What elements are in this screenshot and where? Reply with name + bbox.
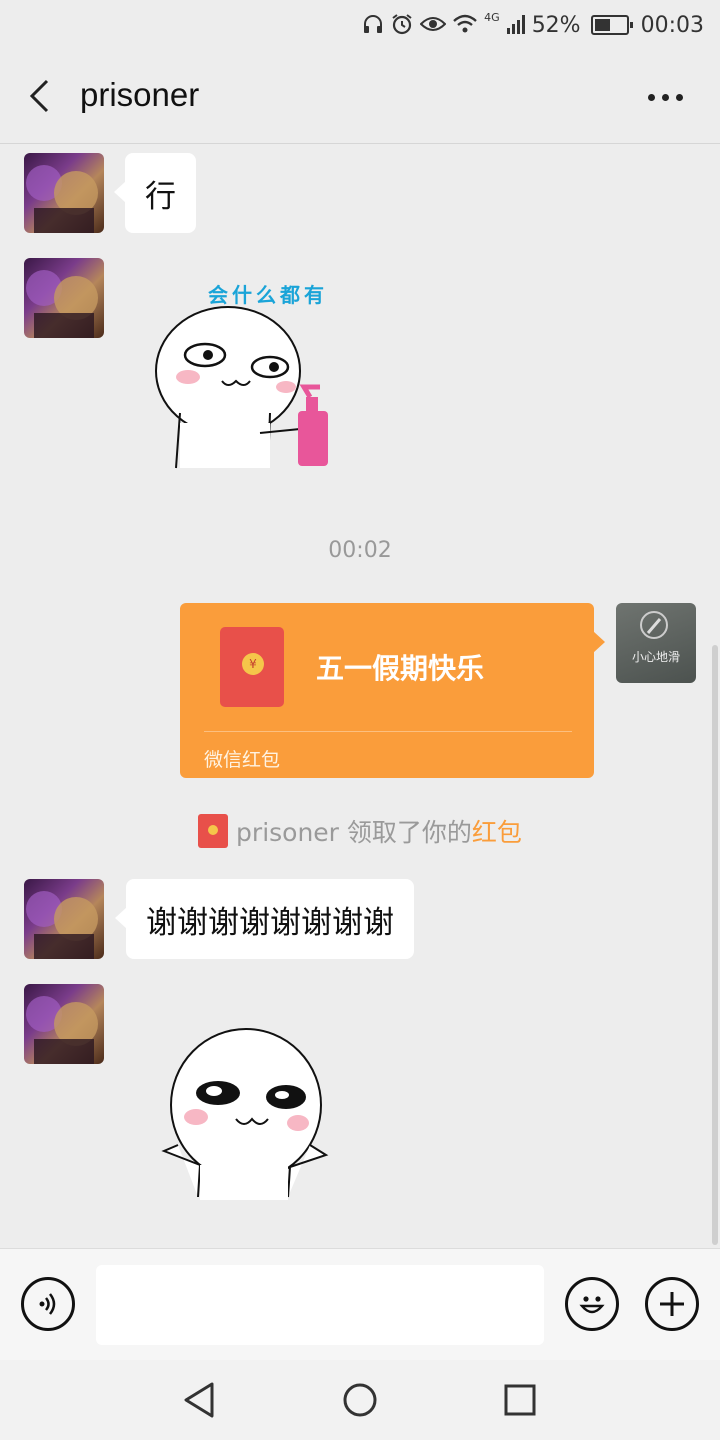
sticker-image xyxy=(161,1028,329,1200)
red-packet-small-icon xyxy=(198,814,229,848)
time-divider: 00:02 xyxy=(328,538,392,563)
avatar[interactable] xyxy=(24,153,104,233)
status-icons: 4G 52% 00:03 xyxy=(362,10,704,40)
back-button[interactable] xyxy=(18,74,62,118)
signal-icon xyxy=(506,14,526,37)
nav-home-icon xyxy=(343,1383,377,1417)
avatar[interactable] xyxy=(24,258,104,338)
chat-list[interactable]: 行 会什么都有 00:02 ¥ 五一假期快乐 微信红包 小心地滑 prisone… xyxy=(0,145,720,1248)
scrollbar[interactable] xyxy=(712,645,718,1245)
more-button[interactable] xyxy=(640,80,690,114)
navigation-bar xyxy=(0,1360,720,1440)
sticker-image xyxy=(155,306,328,469)
nav-back-icon xyxy=(184,1382,214,1418)
emoji-button[interactable] xyxy=(565,1277,619,1331)
avatar[interactable] xyxy=(24,984,104,1064)
red-packet-footer: 微信红包 xyxy=(204,749,281,771)
message-input[interactable] xyxy=(96,1265,544,1345)
battery-percent: 52% xyxy=(531,12,581,38)
red-packet-message[interactable]: ¥ 五一假期快乐 微信红包 xyxy=(180,603,605,778)
wifi-icon xyxy=(452,13,478,38)
message-bubble[interactable]: 谢谢谢谢谢谢谢谢 xyxy=(115,879,414,959)
nav-back-button[interactable] xyxy=(178,1378,222,1422)
battery-icon xyxy=(590,15,633,35)
nav-recent-button[interactable] xyxy=(498,1378,542,1422)
message-text: 谢谢谢谢谢谢谢谢 xyxy=(146,904,394,941)
red-packet-title: 五一假期快乐 xyxy=(316,652,485,685)
nav-recent-icon xyxy=(504,1384,536,1416)
red-packet-link[interactable]: 红包 xyxy=(472,818,522,847)
system-name: prisoner xyxy=(236,818,339,847)
alarm-icon xyxy=(390,12,414,39)
plus-icon xyxy=(660,1292,684,1316)
sticker-message[interactable]: 会什么都有 xyxy=(150,273,360,473)
message-bubble[interactable]: 行 xyxy=(114,153,196,233)
divider xyxy=(204,731,572,732)
chevron-left-icon xyxy=(29,79,49,113)
self-avatar[interactable]: 小心地滑 xyxy=(616,603,696,683)
red-packet-icon: ¥ xyxy=(220,627,284,707)
headphones-icon xyxy=(362,13,384,38)
status-bar: 4G 52% 00:03 xyxy=(0,0,720,50)
page-title: prisoner xyxy=(80,76,200,113)
emoji-icon xyxy=(579,1296,605,1314)
avatar[interactable] xyxy=(24,879,104,959)
more-dots-icon xyxy=(647,93,655,101)
system-text: 领取了你的 xyxy=(338,818,472,847)
system-notice: prisoner 领取了你的红包 xyxy=(0,813,720,849)
message-text: 行 xyxy=(145,178,176,215)
nav-home-button[interactable] xyxy=(338,1378,382,1422)
chat-header: prisoner xyxy=(0,50,720,144)
clock: 00:03 xyxy=(640,12,704,38)
eye-icon xyxy=(419,14,447,37)
voice-icon xyxy=(39,1293,56,1315)
network-label: 4G xyxy=(484,10,500,24)
plus-button[interactable] xyxy=(645,1277,699,1331)
input-bar xyxy=(0,1248,720,1360)
avatar-caption: 小心地滑 xyxy=(631,650,680,664)
voice-button[interactable] xyxy=(21,1277,75,1331)
sticker-message[interactable] xyxy=(160,1025,340,1200)
